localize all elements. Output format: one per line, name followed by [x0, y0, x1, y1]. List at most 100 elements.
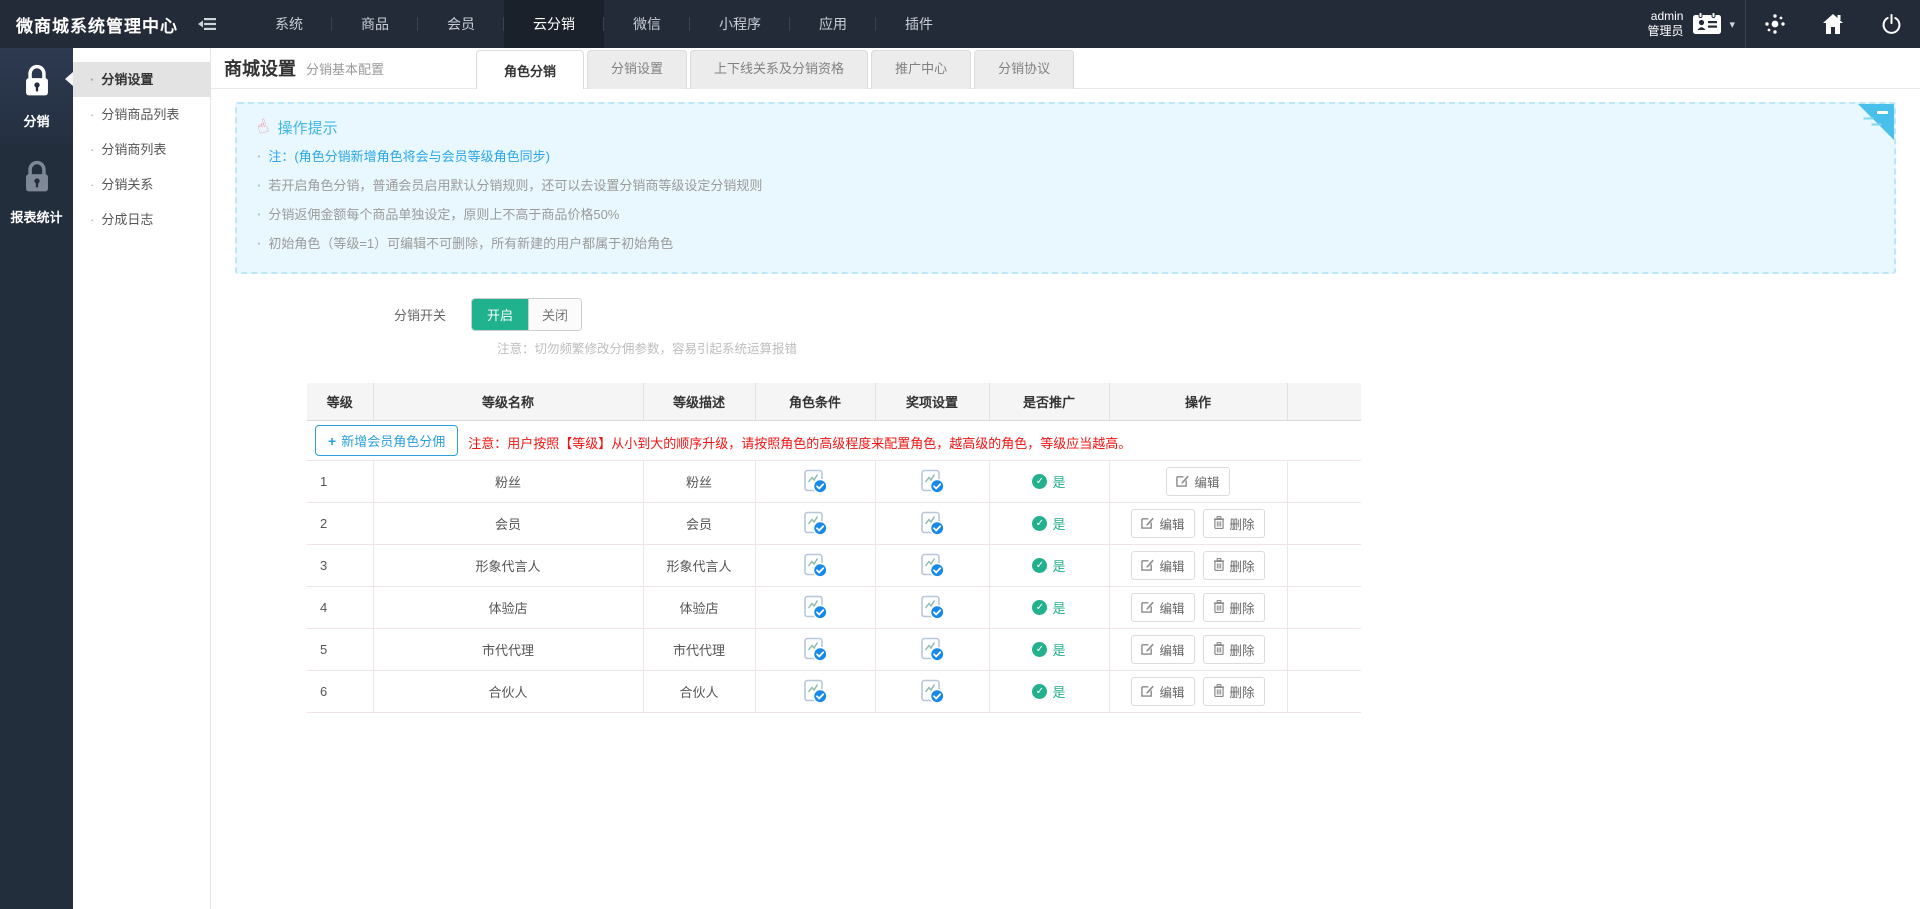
level-cell: 5: [307, 629, 373, 671]
delete-button-label: 删除: [1230, 514, 1255, 533]
switch-on-button[interactable]: 开启: [472, 299, 528, 330]
delete-button[interactable]: 删除: [1203, 509, 1265, 538]
column-header: 奖项设置: [875, 383, 989, 421]
top-nav-item[interactable]: 系统: [246, 0, 332, 48]
promote-badge: ✓是: [1032, 682, 1065, 701]
role-condition-icon[interactable]: [803, 515, 828, 530]
prize-setting-cell: [875, 503, 989, 545]
trash-icon: [1213, 684, 1225, 700]
top-nav-item[interactable]: 小程序: [690, 0, 790, 48]
tip-line: ·若开启角色分销，普通会员启用默认分销规则，还可以去设置分销商等级设定分销规则: [257, 176, 1874, 196]
role-condition-cell: [755, 545, 875, 587]
module-item[interactable]: 报表统计: [0, 144, 73, 240]
add-role-button[interactable]: +新增会员角色分佣: [315, 425, 458, 456]
home-icon[interactable]: [1804, 0, 1862, 48]
delete-button[interactable]: 删除: [1203, 551, 1265, 580]
delete-button[interactable]: 删除: [1203, 677, 1265, 706]
sidebar-item[interactable]: ·分销关系: [73, 167, 210, 202]
caret-down-icon[interactable]: ▾: [1729, 18, 1735, 31]
prize-setting-icon[interactable]: [920, 473, 945, 488]
collapse-corner[interactable]: [1858, 104, 1894, 140]
prize-setting-icon[interactable]: [920, 515, 945, 530]
sidebar-item[interactable]: · 分销商品列表: [73, 97, 210, 132]
table-row: 4体验店体验店✓是编辑删除: [307, 587, 1361, 629]
top-nav-item[interactable]: 应用: [790, 0, 876, 48]
level-desc-cell: 粉丝: [643, 461, 755, 503]
module-label: 分销: [23, 111, 49, 130]
role-condition-icon[interactable]: [803, 557, 828, 572]
tab[interactable]: 角色分销: [476, 50, 584, 89]
role-condition-icon[interactable]: [803, 641, 828, 656]
table-row: 1粉丝粉丝✓是编辑: [307, 461, 1361, 503]
tab[interactable]: 分销设置: [587, 50, 687, 89]
column-header: 等级描述: [643, 383, 755, 421]
module-sidebar: 分销报表统计: [0, 48, 73, 909]
sidebar-item-label: 分销商品列表: [101, 107, 179, 122]
profile-card-icon[interactable]: [1692, 12, 1722, 36]
prize-setting-cell: [875, 629, 989, 671]
delete-button[interactable]: 删除: [1203, 635, 1265, 664]
tip-line: ·分销返佣金额每个商品单独设定，原则上不高于商品价格50%: [257, 205, 1874, 225]
distribution-switch: 开启 关闭: [471, 298, 582, 331]
delete-button[interactable]: 删除: [1203, 593, 1265, 622]
top-nav-item[interactable]: 会员: [418, 0, 504, 48]
sidebar-item[interactable]: ·分销设置: [73, 62, 210, 97]
promote-cell: ✓是: [989, 461, 1109, 503]
level-desc-cell: 会员: [643, 503, 755, 545]
bullet-icon: ·: [90, 107, 94, 122]
trash-icon: [1213, 558, 1225, 574]
check-circle-icon: ✓: [1032, 474, 1047, 489]
edit-button[interactable]: 编辑: [1131, 509, 1194, 538]
edit-button[interactable]: 编辑: [1131, 593, 1194, 622]
tab[interactable]: 分销协议: [974, 50, 1074, 89]
page-header: 商城设置 分销基本配置 角色分销分销设置上下线关系及分销资格推广中心分销协议: [211, 48, 1920, 89]
promote-cell: ✓是: [989, 629, 1109, 671]
module-item[interactable]: 分销: [0, 48, 73, 144]
top-nav-item[interactable]: 微信: [604, 0, 690, 48]
top-nav-item[interactable]: 插件: [876, 0, 962, 48]
promote-cell: ✓是: [989, 503, 1109, 545]
prize-setting-icon[interactable]: [920, 683, 945, 698]
delete-button-label: 删除: [1230, 598, 1255, 617]
sidebar-toggle-icon[interactable]: [190, 0, 224, 48]
tab[interactable]: 上下线关系及分销资格: [690, 50, 868, 89]
edit-icon: [1176, 474, 1189, 490]
top-nav-item[interactable]: 商品: [332, 0, 418, 48]
power-icon[interactable]: [1862, 0, 1920, 48]
table-subheader-cell: +新增会员角色分佣注意：用户按照【等级】从小到大的顺序升级，请按照角色的高级程度…: [307, 421, 1361, 461]
operations-cell: 编辑 删除: [1109, 503, 1287, 545]
edit-icon: [1141, 642, 1154, 658]
role-condition-icon[interactable]: [803, 473, 828, 488]
prize-setting-icon[interactable]: [920, 641, 945, 656]
role-condition-icon[interactable]: [803, 599, 828, 614]
prize-setting-icon[interactable]: [920, 557, 945, 572]
role-condition-cell: [755, 461, 875, 503]
role-condition-cell: [755, 503, 875, 545]
role-condition-icon[interactable]: [803, 683, 828, 698]
user-name: admin: [1647, 9, 1683, 24]
promote-cell: ✓是: [989, 545, 1109, 587]
edit-button[interactable]: 编辑: [1131, 551, 1194, 580]
tip-line-text: 注：(角色分销新增角色将会与会员等级角色同步): [268, 149, 550, 164]
empty-cell: [1287, 461, 1361, 503]
level-name-cell: 体验店: [373, 587, 643, 629]
topbar-right: admin 管理员 ▾: [1647, 0, 1920, 48]
level-name-cell: 会员: [373, 503, 643, 545]
edit-button[interactable]: 编辑: [1166, 467, 1229, 496]
edit-button[interactable]: 编辑: [1131, 677, 1194, 706]
column-header: [1287, 383, 1361, 421]
promote-badge: ✓是: [1032, 598, 1065, 617]
top-nav-item[interactable]: 云分销: [504, 0, 604, 48]
tab[interactable]: 推广中心: [871, 50, 971, 89]
switch-off-button[interactable]: 关闭: [528, 299, 581, 330]
network-icon[interactable]: [1746, 0, 1804, 48]
empty-cell: [1287, 503, 1361, 545]
empty-cell: [1287, 587, 1361, 629]
delete-button-label: 删除: [1230, 640, 1255, 659]
sidebar-item[interactable]: ·分销商列表: [73, 132, 210, 167]
edit-button[interactable]: 编辑: [1131, 635, 1194, 664]
role-condition-cell: [755, 671, 875, 713]
sidebar-item[interactable]: ·分成日志: [73, 202, 210, 237]
prize-setting-icon[interactable]: [920, 599, 945, 614]
tips-panel: ☝ 操作提示 ·注：(角色分销新增角色将会与会员等级角色同步)·若开启角色分销，…: [235, 102, 1896, 274]
